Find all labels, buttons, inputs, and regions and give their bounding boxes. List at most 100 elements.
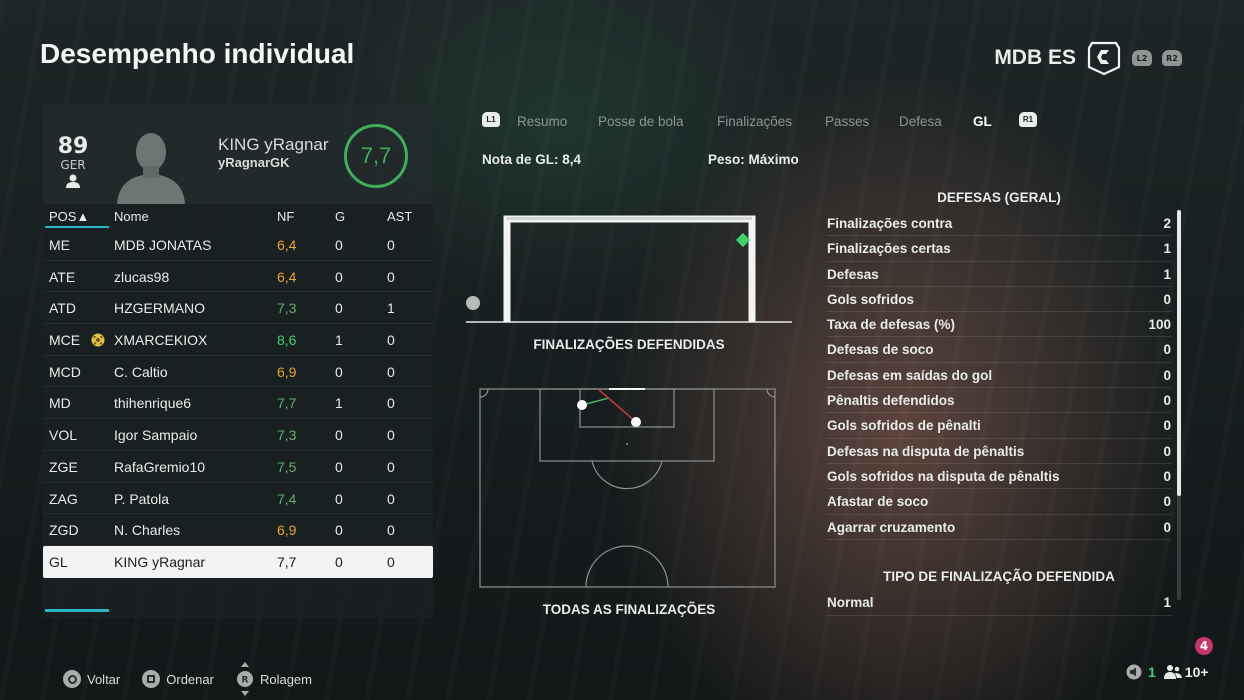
player-row[interactable]: ZGD N. Charles 6,9 0 0 xyxy=(43,514,433,546)
l2-button[interactable]: L2 xyxy=(1132,50,1152,66)
stat-value: 1 xyxy=(1163,241,1171,257)
player-row[interactable]: MD thihenrique6 7,7 1 0 xyxy=(43,387,433,420)
row-rating: 7,5 xyxy=(277,458,297,475)
row-pos: ATE xyxy=(49,268,76,285)
page-title: Desempenho individual xyxy=(40,38,355,69)
stat-value: 0 xyxy=(1163,291,1171,307)
player-list: ME MDB JONATAS 6,4 0 0 ATE zlucas98 6,4 0 0 ATD HZG… xyxy=(43,229,433,578)
stat-label: Afastar de soco xyxy=(827,494,929,510)
row-name: RafaGremio10 xyxy=(114,458,206,475)
row-name: thihenrique6 xyxy=(114,395,192,412)
overall-block: 89 GER xyxy=(57,136,89,192)
sort-button[interactable]: Ordenar xyxy=(142,670,214,688)
player-row[interactable]: ATD HZGERMANO 7,3 0 1 xyxy=(43,292,433,325)
tab-resumo[interactable]: Resumo xyxy=(517,114,567,129)
shot-point-2 xyxy=(631,417,641,427)
row-rating: 7,7 xyxy=(277,553,297,570)
stat-label: Gols sofridos na disputa de pênaltis xyxy=(827,468,1060,484)
sort-indicator xyxy=(45,226,109,228)
corner-arc-left xyxy=(479,388,489,398)
stat-row: Defesas na disputa de pênaltis 0 xyxy=(826,439,1172,464)
stat-row: Gols sofridos na disputa de pênaltis 0 xyxy=(826,464,1172,490)
stat-label: Gols sofridos de pênalti xyxy=(827,418,981,434)
saves-title: DEFESAS (GERAL) xyxy=(937,190,1061,205)
square-button-icon xyxy=(142,670,161,688)
player-row[interactable]: ME MDB JONATAS 6,4 0 0 xyxy=(43,229,433,261)
stat-label: Finalizações certas xyxy=(827,241,951,257)
row-assists: 0 xyxy=(387,522,395,539)
ball-icon xyxy=(91,333,105,347)
row-goals: 0 xyxy=(335,458,343,475)
back-button[interactable]: Voltar xyxy=(63,670,120,688)
r1-button[interactable]: R1 xyxy=(1019,112,1037,127)
tab-passes[interactable]: Passes xyxy=(825,114,869,129)
row-name: P. Patola xyxy=(114,490,170,507)
row-pos: ZAG xyxy=(49,490,78,507)
tab-gl[interactable]: GL xyxy=(973,114,992,129)
party-icon xyxy=(1163,665,1182,679)
player-row[interactable]: MCD C. Caltio 6,9 0 0 xyxy=(43,356,433,388)
stat-value: 1 xyxy=(1163,266,1171,282)
table-header: POS▲ Nome NF G AST xyxy=(43,204,433,229)
player-name: KING yRagnar xyxy=(218,135,329,154)
row-goals: 0 xyxy=(335,237,343,253)
player-row[interactable]: ZGE RafaGremio10 7,5 0 0 xyxy=(43,451,433,483)
stat-label: Defesas de soco xyxy=(827,342,934,358)
overall-rating: 89 xyxy=(57,134,89,159)
shot-type-label: Normal xyxy=(827,595,874,610)
stats-scrollbar-thumb[interactable] xyxy=(1177,210,1181,496)
row-goals: 1 xyxy=(335,332,343,349)
player-row[interactable]: MCE XMARCEKIOX 8,6 1 0 xyxy=(43,324,433,356)
shot-type-value: 1 xyxy=(1163,595,1171,610)
goal-back-bar xyxy=(507,217,752,220)
notification-badge[interactable]: 4 xyxy=(1195,637,1213,655)
player-row[interactable]: VOL Igor Sampaio 7,3 0 0 xyxy=(43,419,433,451)
stat-row: Finalizações certas 1 xyxy=(826,236,1172,262)
stat-label: Agarrar cruzamento xyxy=(827,519,956,535)
row-rating: 7,3 xyxy=(277,300,297,317)
row-rating: 6,4 xyxy=(277,268,297,285)
stat-value: 0 xyxy=(1163,418,1171,434)
stat-value: 0 xyxy=(1163,367,1171,383)
shot-type-title: TIPO DE FINALIZAÇÃO DEFENDIDA xyxy=(883,569,1115,584)
party-count: 10+ xyxy=(1184,664,1209,680)
row-assists: 0 xyxy=(387,237,395,253)
col-name[interactable]: Nome xyxy=(114,209,149,224)
penalty-spot xyxy=(626,443,628,445)
scroll-control[interactable]: R Rolagem xyxy=(236,662,312,696)
col-ast[interactable]: AST xyxy=(387,209,412,224)
online-status[interactable]: 1 10+ xyxy=(1126,664,1209,680)
tab-posse-de-bola[interactable]: Posse de bola xyxy=(598,114,684,129)
row-name: zlucas98 xyxy=(114,268,170,285)
player-row[interactable]: ATE zlucas98 6,4 0 0 xyxy=(43,261,433,293)
gk-weight: Peso: Máximo xyxy=(708,152,799,167)
row-name: N. Charles xyxy=(114,522,181,539)
tab-finaliza-es[interactable]: Finalizações xyxy=(717,114,792,129)
r2-button[interactable]: R2 xyxy=(1162,50,1182,66)
row-name: HZGERMANO xyxy=(114,300,205,317)
player-row[interactable]: ZAG P. Patola 7,4 0 0 xyxy=(43,483,433,515)
row-name: Igor Sampaio xyxy=(114,427,198,444)
player-gamertag: yRagnarGK xyxy=(218,155,290,170)
row-name: XMARCEKIOX xyxy=(114,332,208,349)
stat-row: Pênaltis defendidos 0 xyxy=(826,388,1172,414)
row-assists: 0 xyxy=(387,332,395,349)
row-name: MDB JONATAS xyxy=(114,237,212,253)
shot-marker-saved xyxy=(735,232,751,248)
col-g[interactable]: G xyxy=(335,209,345,224)
shot-marker-wide xyxy=(466,296,480,310)
col-pos[interactable]: POS▲ xyxy=(49,209,89,224)
stat-row: Taxa de defesas (%) 100 xyxy=(826,312,1172,338)
row-name: C. Caltio xyxy=(114,363,168,380)
stat-label: Gols sofridos xyxy=(827,291,915,307)
stat-value: 2 xyxy=(1163,216,1171,231)
l1-button[interactable]: L1 xyxy=(482,112,500,127)
row-goals: 0 xyxy=(335,490,343,507)
col-nf[interactable]: NF xyxy=(277,209,294,224)
player-row[interactable]: GL KING yRagnar 7,7 0 0 xyxy=(43,545,433,578)
club-crest-icon xyxy=(1087,41,1121,76)
stat-row: Gols sofridos 0 xyxy=(826,287,1172,313)
player-panel: 89 GER KING yRagnar yRagnarGK 7,7 POS▲ N… xyxy=(43,104,433,618)
stat-label: Defesas em saídas do gol xyxy=(827,367,993,383)
tab-defesa[interactable]: Defesa xyxy=(899,114,942,129)
